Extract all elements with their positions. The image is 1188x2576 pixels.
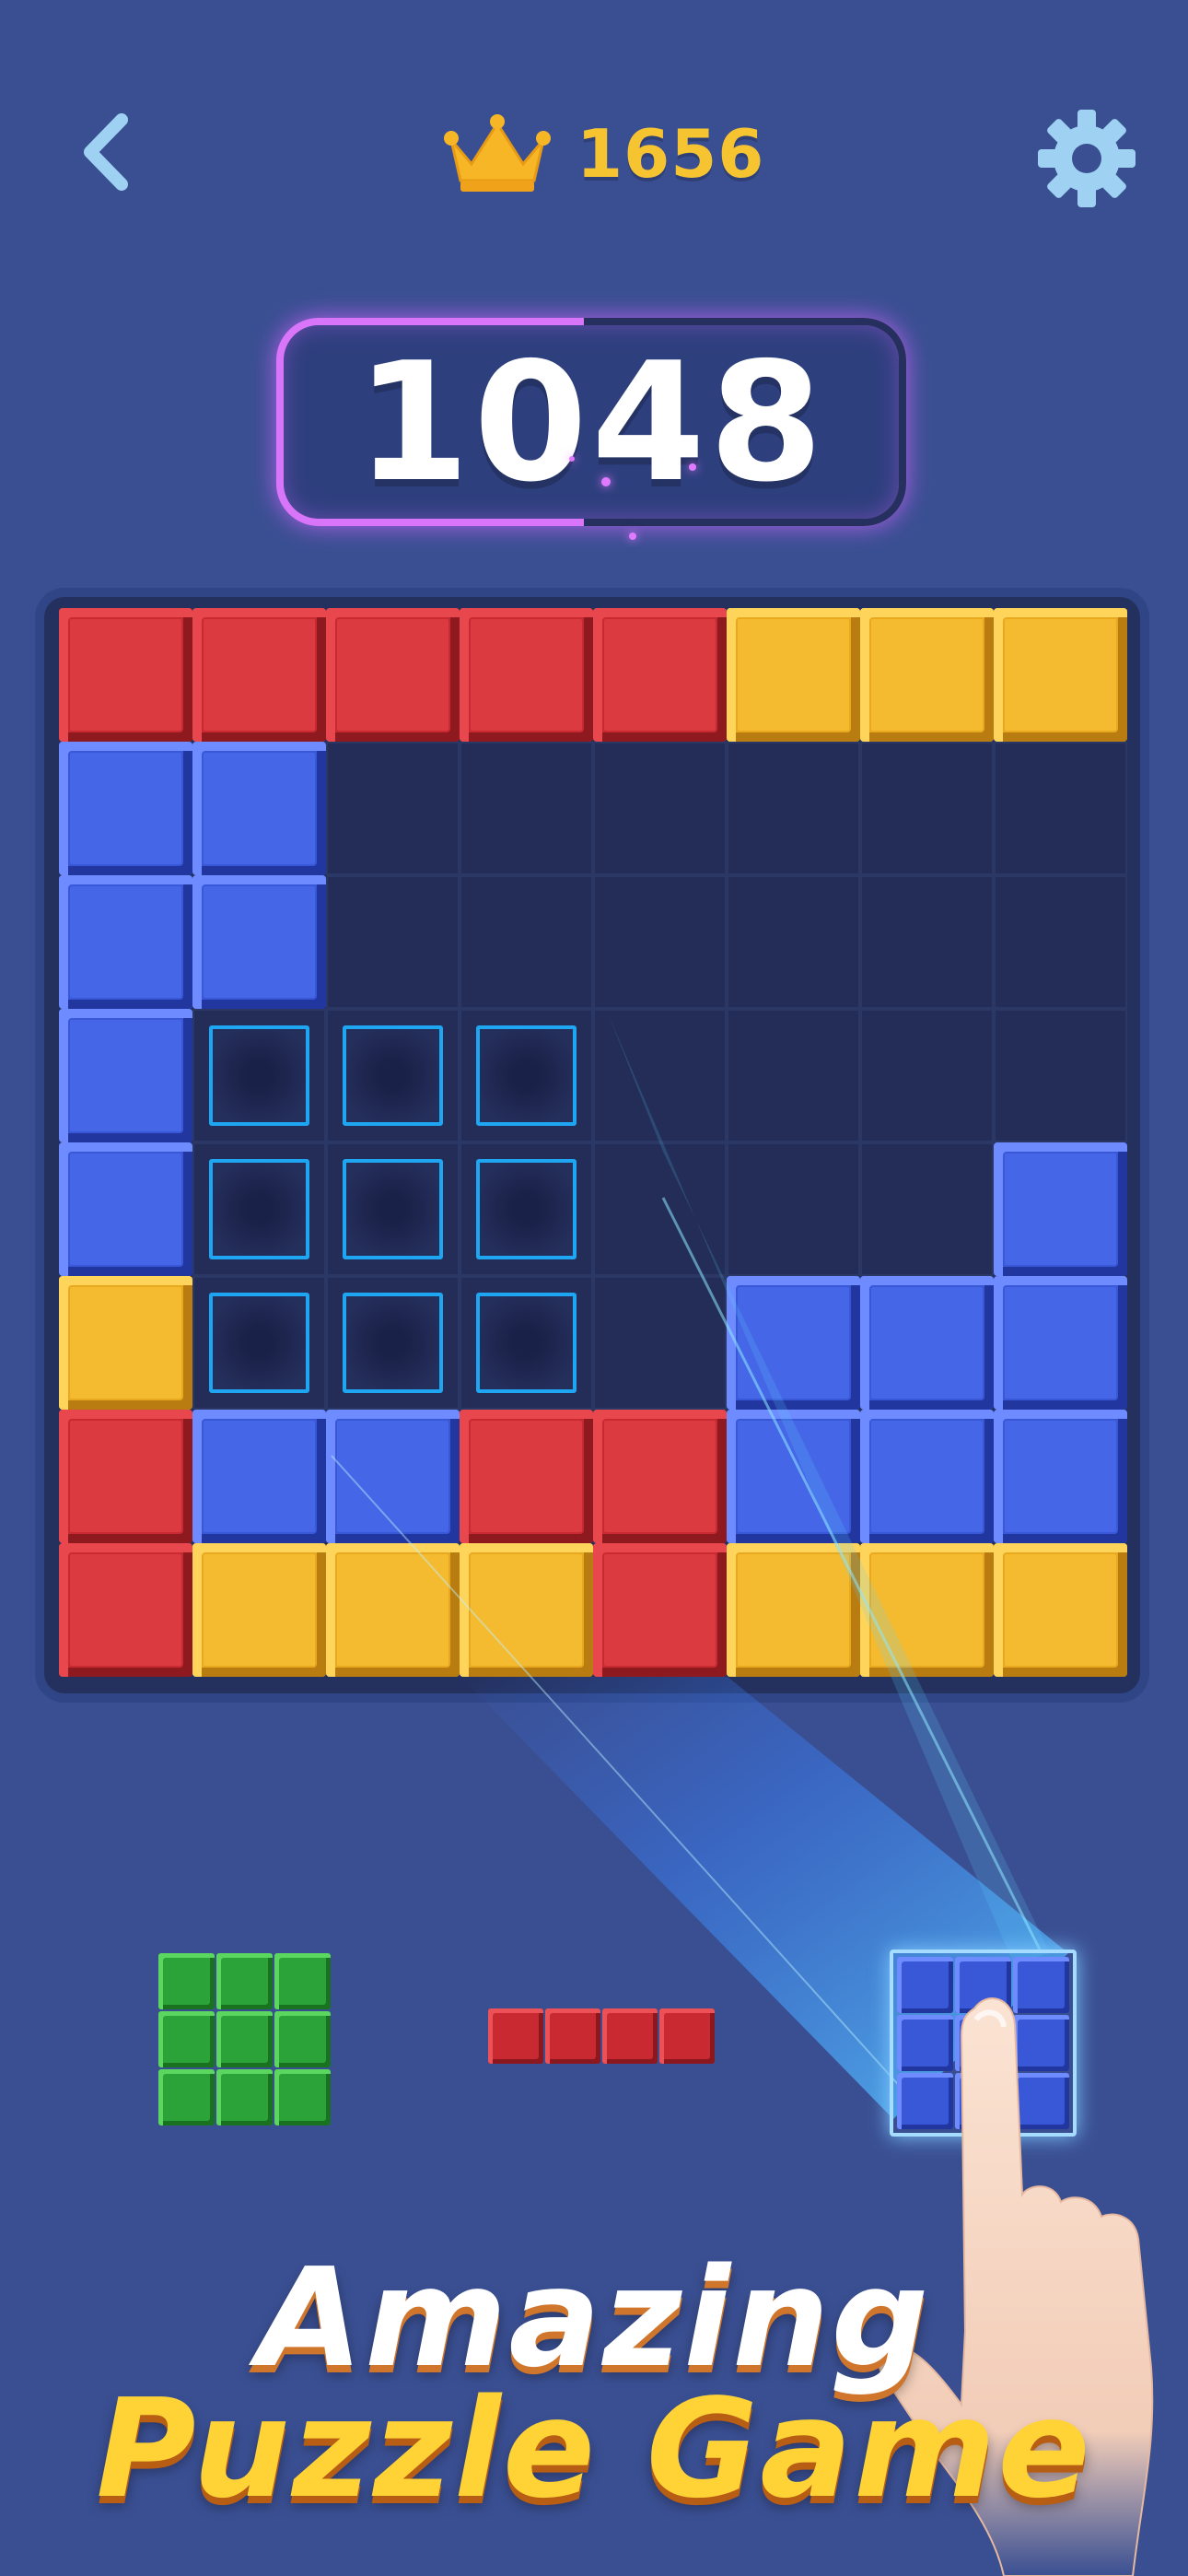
board-block-red[interactable] (460, 608, 593, 742)
board-block-yellow[interactable] (860, 608, 994, 742)
piece-block-green (158, 1953, 215, 2009)
board-cell-empty[interactable] (593, 742, 727, 875)
best-score-value: 1656 (577, 115, 765, 193)
crown-icon (444, 114, 551, 192)
board-block-blue[interactable] (192, 742, 326, 875)
board-block-blue[interactable] (59, 875, 192, 1009)
board-block-yellow[interactable] (192, 1543, 326, 1677)
board-cell-empty[interactable] (326, 875, 460, 1009)
board-cell-placement-preview[interactable] (460, 1142, 593, 1276)
board-cell-empty[interactable] (727, 1142, 860, 1276)
current-score: 1048 (355, 326, 827, 518)
board-block-blue[interactable] (860, 1276, 994, 1410)
board-cell-empty[interactable] (860, 742, 994, 875)
board-block-red[interactable] (59, 1543, 192, 1677)
game-board[interactable] (59, 608, 1127, 1677)
board-cell-empty[interactable] (593, 875, 727, 1009)
board-cell-empty[interactable] (593, 1276, 727, 1410)
piece-block-red (602, 2008, 658, 2064)
board-block-yellow[interactable] (59, 1276, 192, 1410)
back-button[interactable] (55, 101, 157, 203)
settings-button[interactable] (1031, 103, 1142, 214)
board-block-blue[interactable] (192, 1410, 326, 1543)
sparkle (601, 477, 611, 486)
board-block-blue[interactable] (994, 1410, 1127, 1543)
board-block-blue[interactable] (59, 1009, 192, 1142)
board-cell-empty[interactable] (593, 1009, 727, 1142)
board-cell-empty[interactable] (727, 742, 860, 875)
board-block-yellow[interactable] (326, 1543, 460, 1677)
board-block-red[interactable] (326, 608, 460, 742)
board-cell-empty[interactable] (326, 742, 460, 875)
piece-block-red (659, 2008, 715, 2064)
board-cell-empty[interactable] (994, 742, 1127, 875)
board-block-blue[interactable] (994, 1276, 1127, 1410)
board-block-blue[interactable] (994, 1142, 1127, 1276)
board-block-blue[interactable] (860, 1410, 994, 1543)
board-block-yellow[interactable] (727, 608, 860, 742)
board-block-blue[interactable] (192, 875, 326, 1009)
board-cell-placement-preview[interactable] (460, 1009, 593, 1142)
piece-block-green (216, 1953, 273, 2009)
board-cell-empty[interactable] (727, 1009, 860, 1142)
sparkle (569, 456, 575, 462)
board-block-red[interactable] (59, 608, 192, 742)
sparkle (629, 533, 636, 540)
board-cell-empty[interactable] (994, 1009, 1127, 1142)
piece-block-green (274, 1953, 331, 2009)
board-block-blue[interactable] (727, 1276, 860, 1410)
board-block-yellow[interactable] (994, 1543, 1127, 1677)
board-cell-empty[interactable] (460, 742, 593, 875)
board-block-red[interactable] (460, 1410, 593, 1543)
piece-red-1x4[interactable] (488, 2008, 715, 2064)
board-cell-placement-preview[interactable] (192, 1276, 326, 1410)
piece-green-3x3[interactable] (158, 1953, 331, 2125)
board-block-yellow[interactable] (860, 1543, 994, 1677)
board-cell-placement-preview[interactable] (326, 1276, 460, 1410)
board-block-red[interactable] (593, 1543, 727, 1677)
board-cell-empty[interactable] (994, 875, 1127, 1009)
board-cell-empty[interactable] (727, 875, 860, 1009)
board-cell-placement-preview[interactable] (192, 1009, 326, 1142)
board-block-red[interactable] (192, 608, 326, 742)
piece-block-green (158, 2069, 215, 2125)
chevron-left-icon (84, 113, 128, 191)
board-block-red[interactable] (59, 1410, 192, 1543)
board-cell-placement-preview[interactable] (326, 1142, 460, 1276)
board-block-yellow[interactable] (994, 608, 1127, 742)
board-cell-empty[interactable] (593, 1142, 727, 1276)
piece-block-green (274, 2011, 331, 2067)
board-block-blue[interactable] (326, 1410, 460, 1543)
board-block-yellow[interactable] (727, 1543, 860, 1677)
gear-icon (1038, 110, 1136, 207)
board-block-blue[interactable] (727, 1410, 860, 1543)
piece-block-green (158, 2011, 215, 2067)
board-cell-placement-preview[interactable] (326, 1009, 460, 1142)
tagline-line2: Puzzle Game (96, 2370, 1092, 2528)
piece-block-green (216, 2069, 273, 2125)
piece-block-red (545, 2008, 600, 2064)
board-block-yellow[interactable] (460, 1543, 593, 1677)
board-cell-empty[interactable] (860, 875, 994, 1009)
board-block-blue[interactable] (59, 742, 192, 875)
score-panel: 1048 (276, 318, 906, 540)
piece-block-red (488, 2008, 543, 2064)
best-score-display: 1656 (442, 103, 764, 205)
board-cell-placement-preview[interactable] (460, 1276, 593, 1410)
board-cell-empty[interactable] (860, 1009, 994, 1142)
piece-block-green (216, 2011, 273, 2067)
board-block-blue[interactable] (59, 1142, 192, 1276)
piece-block-green (274, 2069, 331, 2125)
board-block-red[interactable] (593, 1410, 727, 1543)
board-cell-empty[interactable] (860, 1142, 994, 1276)
sparkle (689, 463, 696, 471)
board-cell-placement-preview[interactable] (192, 1142, 326, 1276)
board-cell-empty[interactable] (460, 875, 593, 1009)
board-block-red[interactable] (593, 608, 727, 742)
